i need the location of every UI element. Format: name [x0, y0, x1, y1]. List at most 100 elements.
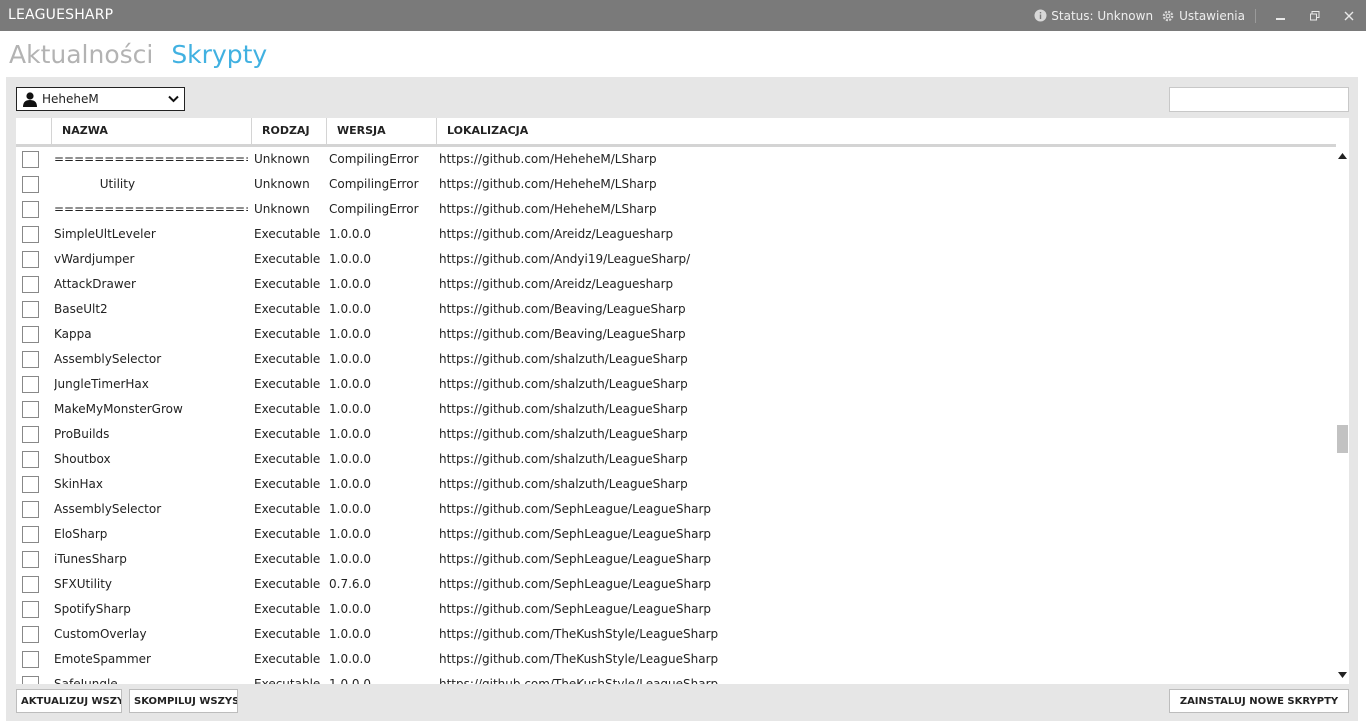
script-version: 1.0.0.0	[329, 427, 371, 441]
table-row[interactable]: ProBuilds Executable 1.0.0.0 https://github…	[16, 422, 1336, 447]
row-checkbox[interactable]	[22, 326, 39, 343]
row-checkbox[interactable]	[22, 176, 39, 193]
table-row[interactable]: ======================== Unknown Compiling…	[16, 197, 1336, 222]
row-checkbox[interactable]	[22, 476, 39, 493]
script-location: https://github.com/TheKushStyle/LeagueSh…	[439, 652, 719, 666]
minimize-button[interactable]	[1264, 0, 1298, 31]
row-checkbox[interactable]	[22, 576, 39, 593]
table-row[interactable]: EloSharp Executable 1.0.0.0 https://github.…	[16, 522, 1336, 547]
header-version[interactable]: WERSJA	[326, 118, 436, 144]
table-row[interactable]: AssemblySelector Executable 1.0.0.0 https:/…	[16, 497, 1336, 522]
script-location: https://github.com/Areidz/Leaguesharp	[439, 277, 674, 291]
title-bar: LEAGUESHARP Status: Unknown Ustawienia	[0, 0, 1366, 31]
update-all-button[interactable]: AKTUALIZUJ WSZYSTKIE	[16, 689, 122, 713]
search-input[interactable]	[1169, 87, 1349, 112]
main-nav: Aktualności Skrypty	[9, 40, 277, 72]
row-checkbox[interactable]	[22, 526, 39, 543]
row-checkbox[interactable]	[22, 376, 39, 393]
script-name: MakeMyMonsterGrow	[54, 402, 183, 416]
table-row[interactable]: EmoteSpammer Executable 1.0.0.0 https://git…	[16, 647, 1336, 672]
row-checkbox[interactable]	[22, 501, 39, 518]
table-row[interactable]: JungleTimerHax Executable 1.0.0.0 https://g…	[16, 372, 1336, 397]
script-type: Executable	[254, 602, 321, 616]
triangle-down-icon	[1338, 672, 1347, 678]
table-row[interactable]: MakeMyMonsterGrow Executable 1.0.0.0 https:…	[16, 397, 1336, 422]
table-row[interactable]: BaseUlt2 Executable 1.0.0.0 https://github.…	[16, 297, 1336, 322]
settings-button[interactable]: Ustawienia	[1161, 9, 1245, 23]
script-type: Executable	[254, 677, 321, 684]
script-name: AttackDrawer	[54, 277, 136, 291]
table-row[interactable]: SafeJungle Executable 1.0.0.0 https://githu…	[16, 672, 1336, 684]
scroll-down-button[interactable]	[1337, 670, 1348, 680]
profile-select[interactable]: HeheheM	[16, 87, 185, 111]
header-location[interactable]: LOKALIZACJA	[436, 118, 1336, 144]
row-checkbox[interactable]	[22, 451, 39, 468]
row-checkbox[interactable]	[22, 551, 39, 568]
tab-scripts[interactable]: Skrypty	[171, 40, 267, 69]
script-name: CustomOverlay	[54, 627, 147, 641]
script-version: CompilingError	[329, 177, 419, 191]
script-location: https://github.com/SephLeague/LeagueShar…	[439, 602, 712, 616]
script-name: vWardjumper	[54, 252, 135, 266]
header-type[interactable]: RODZAJ	[251, 118, 326, 144]
scripts-panel: HeheheM NAZWA RODZAJ WERSJA LOKALIZACJA …	[6, 77, 1358, 721]
tab-news[interactable]: Aktualności	[9, 40, 153, 69]
table-row[interactable]: SimpleUltLeveler Executable 1.0.0.0 https:/…	[16, 222, 1336, 247]
script-version: 1.0.0.0	[329, 502, 371, 516]
table-row[interactable]: ======================== Unknown Compiling…	[16, 147, 1336, 172]
script-type: Unknown	[254, 152, 310, 166]
table-row[interactable]: Utility Unknown CompilingError https://gith…	[16, 172, 1336, 197]
script-type: Executable	[254, 352, 321, 366]
triangle-up-icon	[1338, 153, 1347, 159]
settings-label: Ustawienia	[1179, 8, 1245, 23]
table-row[interactable]: SFXUtility Executable 0.7.6.0 https://githu…	[16, 572, 1336, 597]
install-new-scripts-button[interactable]: ZAINSTALUJ NOWE SKRYPTY	[1169, 689, 1349, 713]
script-version: CompilingError	[329, 152, 419, 166]
table-header: NAZWA RODZAJ WERSJA LOKALIZACJA	[16, 118, 1336, 147]
script-type: Executable	[254, 627, 321, 641]
script-version: 1.0.0.0	[329, 377, 371, 391]
script-location: https://github.com/Areidz/Leaguesharp	[439, 227, 674, 241]
compile-all-button[interactable]: SKOMPILUJ WSZYSTKIE	[129, 689, 238, 713]
script-location: https://github.com/shalzuth/LeagueSharp	[439, 352, 688, 366]
script-type: Executable	[254, 327, 321, 341]
script-type: Executable	[254, 302, 321, 316]
row-checkbox[interactable]	[22, 201, 39, 218]
table-row[interactable]: CustomOverlay Executable 1.0.0.0 https://gi…	[16, 622, 1336, 647]
row-checkbox[interactable]	[22, 301, 39, 318]
table-row[interactable]: SpotifySharp Executable 1.0.0.0 https://git…	[16, 597, 1336, 622]
script-name: ========================	[54, 152, 248, 166]
row-checkbox[interactable]	[22, 426, 39, 443]
table-body: ======================== Unknown Compiling…	[16, 147, 1336, 684]
header-name[interactable]: NAZWA	[51, 118, 251, 144]
row-checkbox[interactable]	[22, 676, 39, 684]
table-row[interactable]: iTunesSharp Executable 1.0.0.0 https://gith…	[16, 547, 1336, 572]
row-checkbox[interactable]	[22, 401, 39, 418]
scroll-thumb[interactable]	[1337, 425, 1348, 454]
row-checkbox[interactable]	[22, 276, 39, 293]
table-row[interactable]: vWardjumper Executable 1.0.0.0 https://gith…	[16, 247, 1336, 272]
restore-button[interactable]	[1298, 0, 1332, 31]
row-checkbox[interactable]	[22, 626, 39, 643]
script-type: Executable	[254, 527, 321, 541]
table-row[interactable]: SkinHax Executable 1.0.0.0 https://github.c…	[16, 472, 1336, 497]
row-checkbox[interactable]	[22, 601, 39, 618]
row-checkbox[interactable]	[22, 351, 39, 368]
row-checkbox[interactable]	[22, 251, 39, 268]
header-select-column[interactable]	[16, 118, 51, 144]
close-button[interactable]	[1332, 0, 1366, 31]
script-type: Executable	[254, 652, 321, 666]
table-row[interactable]: Kappa Executable 1.0.0.0 https://github.com…	[16, 322, 1336, 347]
row-checkbox[interactable]	[22, 651, 39, 668]
table-row[interactable]: AttackDrawer Executable 1.0.0.0 https://git…	[16, 272, 1336, 297]
row-checkbox[interactable]	[22, 151, 39, 168]
table-row[interactable]: Shoutbox Executable 1.0.0.0 https://github.…	[16, 447, 1336, 472]
vertical-scrollbar[interactable]	[1336, 147, 1349, 684]
table-row[interactable]: AssemblySelector Executable 1.0.0.0 https:/…	[16, 347, 1336, 372]
row-checkbox[interactable]	[22, 226, 39, 243]
script-location: https://github.com/shalzuth/LeagueSharp	[439, 402, 688, 416]
status-label: Status: Unknown	[1051, 8, 1154, 23]
scroll-up-button[interactable]	[1337, 151, 1348, 161]
script-location: https://github.com/TheKushStyle/LeagueSh…	[439, 677, 719, 684]
script-name: SkinHax	[54, 477, 103, 491]
